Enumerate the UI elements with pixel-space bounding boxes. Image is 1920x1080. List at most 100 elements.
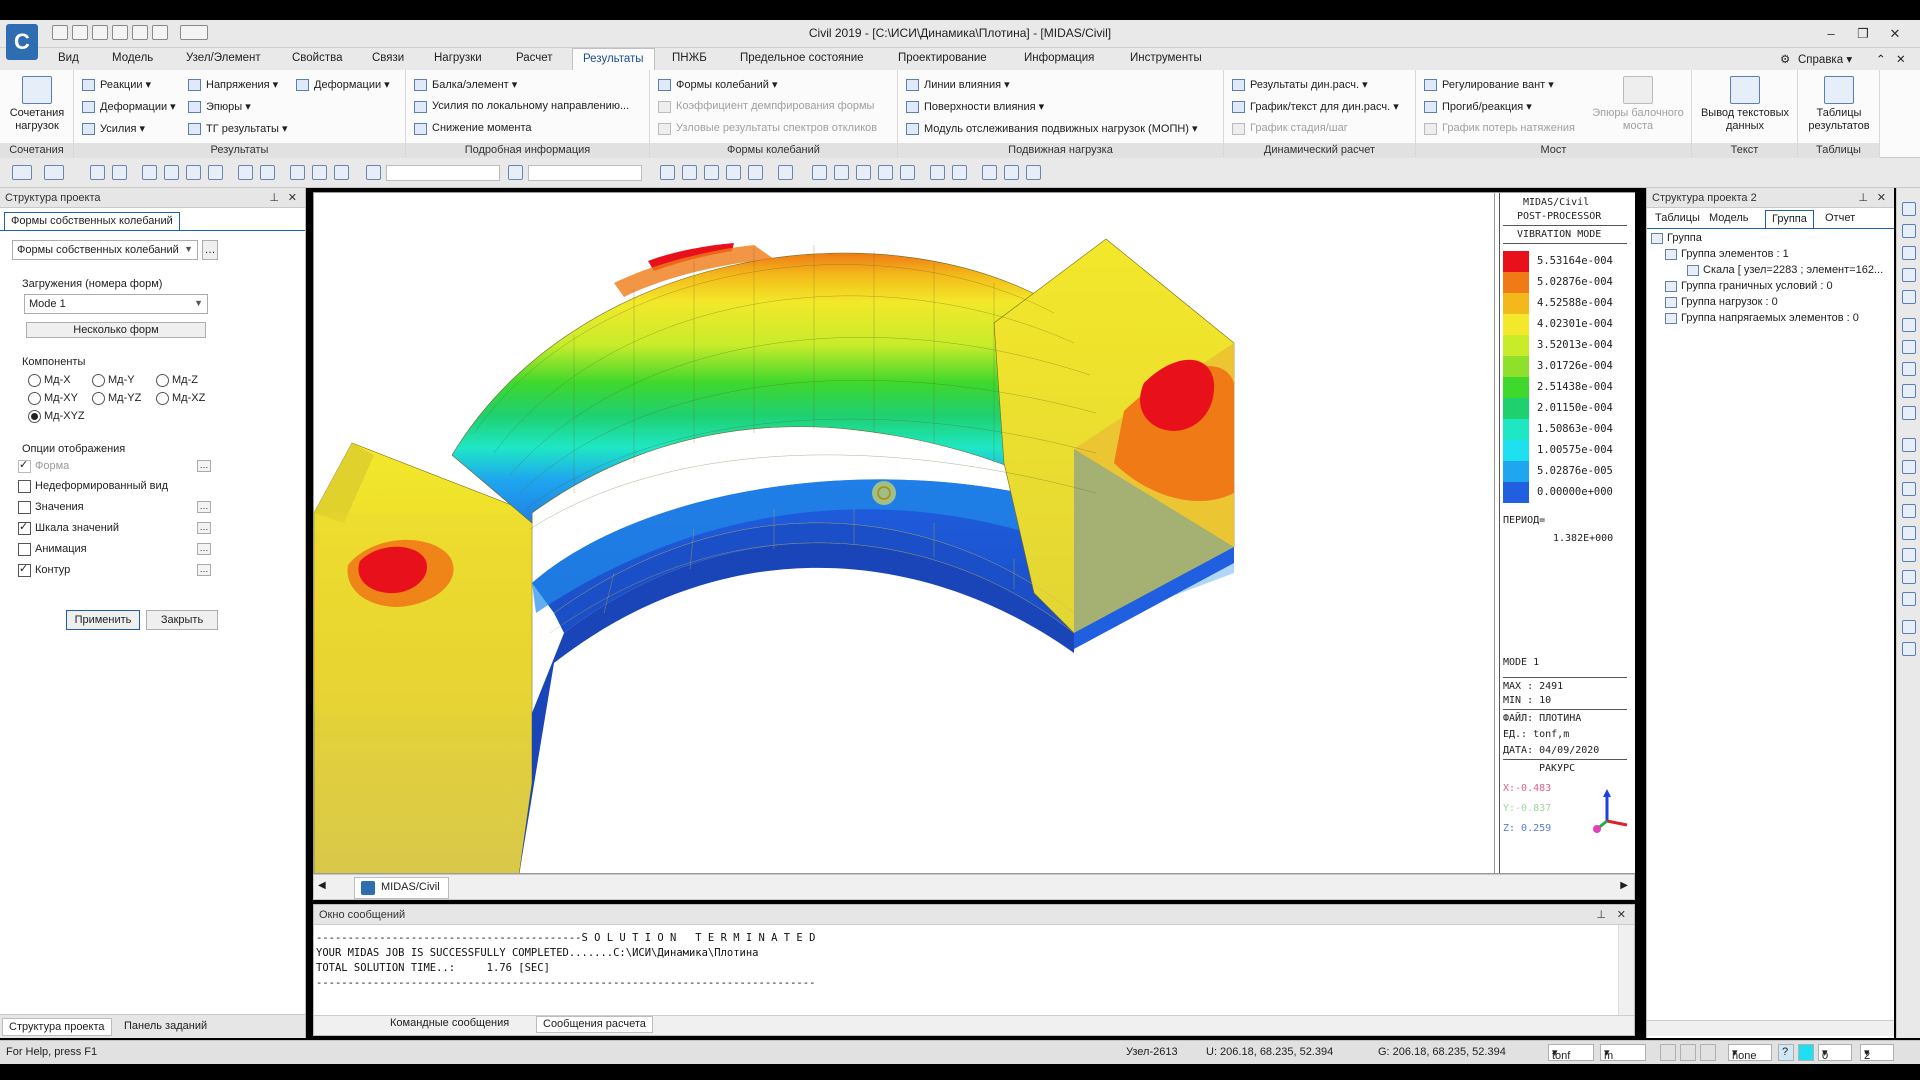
close-icon[interactable]: ✕	[1882, 24, 1908, 44]
status-icon-1[interactable]	[1660, 1044, 1676, 1061]
strip-icon-8[interactable]	[1902, 362, 1916, 376]
tree-boundary-groups[interactable]: Группа граничных условий : 0	[1665, 280, 1833, 292]
close-panel-icon[interactable]: ✕	[1877, 191, 1886, 204]
zoom-out-icon[interactable]	[1902, 268, 1916, 282]
prestress-loss-button[interactable]: График потерь натяжения	[1424, 122, 1575, 135]
strip-icon-1[interactable]	[1902, 202, 1916, 216]
strip-icon-15[interactable]	[1902, 526, 1916, 540]
quick-access-dropdown-icon[interactable]	[180, 25, 208, 40]
radio-md-y[interactable]: Мд-Y	[92, 374, 135, 387]
dynamic-graph-button[interactable]: График/текст для дин.расч. ▾	[1232, 100, 1399, 113]
tool-icon-4[interactable]	[164, 165, 179, 180]
mode-shapes-button[interactable]: Формы колебаний ▾	[658, 78, 777, 91]
radio-md-yz[interactable]: Мд-YZ	[92, 392, 141, 405]
strip-icon-5[interactable]	[1902, 290, 1916, 304]
help-menu[interactable]: ⚙ Справка ▾	[1780, 52, 1852, 66]
tab-analysis[interactable]: Расчет	[516, 52, 553, 64]
snap-select[interactable]: none ▾	[1728, 1044, 1772, 1062]
tab-tables[interactable]: Таблицы	[1649, 210, 1706, 228]
tab-scroll-left-icon[interactable]: ◀	[318, 880, 326, 891]
view-icon-4[interactable]	[726, 165, 741, 180]
cable-control-button[interactable]: Регулирование вант ▾	[1424, 78, 1554, 91]
tool-icon-12[interactable]	[508, 165, 523, 180]
checkbox-shape[interactable]: Форма	[18, 458, 69, 473]
length-unit-select[interactable]: m ▾	[1600, 1044, 1646, 1062]
pin-icon[interactable]: ⊥	[1858, 191, 1868, 204]
tab-pnzhb[interactable]: ПНЖБ	[672, 52, 707, 64]
text-output-button[interactable]: Вывод текстовых данных	[1694, 72, 1796, 133]
diagrams-button[interactable]: Эпюры ▾	[188, 100, 251, 113]
tree-element-groups[interactable]: Группа элементов : 1	[1665, 248, 1789, 260]
tab-mode-shapes[interactable]: Формы собственных колебаний	[4, 212, 180, 230]
redo-icon[interactable]	[44, 165, 64, 180]
bridge-diagrams-button[interactable]: Эпюры балочного моста	[1588, 72, 1688, 133]
tool-icon-10[interactable]	[312, 165, 327, 180]
animation-options-button[interactable]: …	[197, 543, 211, 555]
view-icon-12[interactable]	[952, 165, 967, 180]
undo-icon[interactable]	[12, 165, 32, 180]
tab-node-element[interactable]: Узел/Элемент	[186, 52, 261, 64]
strip-icon-9[interactable]	[1902, 384, 1916, 398]
dynamic-results-button[interactable]: Результаты дин.расч. ▾	[1232, 78, 1368, 91]
strip-icon-14[interactable]	[1902, 504, 1916, 518]
view-icon-14[interactable]	[1004, 165, 1019, 180]
tab-information[interactable]: Информация	[1024, 52, 1094, 64]
strip-icon-18[interactable]	[1902, 592, 1916, 606]
tool-icon-9[interactable]	[290, 165, 305, 180]
beam-element-button[interactable]: Балка/элемент ▾	[414, 78, 517, 91]
tree-load-groups[interactable]: Группа нагрузок : 0	[1665, 296, 1778, 308]
result-type-combo[interactable]: Формы собственных колебаний ▼	[12, 240, 198, 260]
tab-results[interactable]: Результаты	[572, 48, 655, 71]
tab-tools[interactable]: Инструменты	[1130, 52, 1202, 64]
color-indicator-icon[interactable]	[1798, 1044, 1814, 1061]
zoom-fit-icon[interactable]	[812, 165, 827, 180]
ribbon-collapse-icon[interactable]: ⌃	[1876, 52, 1886, 66]
view-icon-2[interactable]	[682, 165, 697, 180]
lock-icon[interactable]	[1026, 165, 1041, 180]
open-file-icon[interactable]	[72, 25, 88, 40]
strip-icon-19[interactable]	[1902, 620, 1916, 634]
tab-view[interactable]: Вид	[58, 52, 79, 64]
forces-button[interactable]: Усилия ▾	[82, 122, 145, 135]
tab-design[interactable]: Проектирование	[898, 52, 987, 64]
tool-icon-1[interactable]	[90, 165, 105, 180]
tab-midas-view[interactable]: MIDAS/Civil	[354, 877, 449, 899]
model-viewport[interactable]	[313, 192, 1495, 874]
tab-boundaries[interactable]: Связи	[372, 52, 404, 64]
close-file-icon[interactable]	[152, 25, 168, 40]
help-icon[interactable]: ?	[1778, 1044, 1794, 1061]
tool-icon-8[interactable]	[260, 165, 275, 180]
pin-icon[interactable]: ⊥	[1596, 908, 1606, 921]
strip-icon-2[interactable]	[1902, 224, 1916, 238]
save-icon[interactable]	[112, 25, 128, 40]
minimize-icon[interactable]: –	[1818, 24, 1844, 44]
spectrum-results-button[interactable]: Узловые результаты спектров откликов	[658, 122, 877, 135]
view-icon-9[interactable]	[878, 165, 893, 180]
tool-icon-6[interactable]	[208, 165, 223, 180]
values-options-button[interactable]: …	[197, 501, 211, 513]
contour-options-button[interactable]: …	[197, 564, 211, 576]
multiple-modes-button[interactable]: Несколько форм	[26, 322, 206, 338]
tg-results-button[interactable]: ТГ результаты ▾	[188, 122, 288, 135]
restore-icon[interactable]: ❐	[1850, 24, 1876, 44]
strip-icon-16[interactable]	[1902, 548, 1916, 562]
force-unit-select[interactable]: tonf ▾	[1548, 1044, 1594, 1062]
view-icon-8[interactable]	[856, 165, 871, 180]
strip-icon-7[interactable]	[1902, 340, 1916, 354]
tab-analysis-messages[interactable]: Сообщения расчета	[536, 1016, 653, 1033]
deformations-button[interactable]: Деформации ▾	[82, 100, 176, 113]
tab-task-pane[interactable]: Панель заданий	[118, 1018, 213, 1036]
status-icon-3[interactable]	[1700, 1044, 1716, 1061]
view-icon-3[interactable]	[704, 165, 719, 180]
strip-icon-20[interactable]	[1902, 642, 1916, 656]
zoom-in-icon[interactable]	[1902, 246, 1916, 260]
view-icon-7[interactable]	[834, 165, 849, 180]
type-options-button[interactable]: …	[202, 240, 218, 260]
checkbox-animation[interactable]: Анимация	[18, 543, 87, 556]
view-icon-5[interactable]	[748, 165, 763, 180]
pin-icon[interactable]: ⊥	[269, 191, 279, 204]
strip-icon-6[interactable]	[1902, 318, 1916, 332]
strip-icon-10[interactable]	[1902, 406, 1916, 420]
modal-damping-button[interactable]: Коэффициент демпфирования формы	[658, 100, 874, 113]
close-panel-icon[interactable]: ✕	[288, 191, 297, 204]
